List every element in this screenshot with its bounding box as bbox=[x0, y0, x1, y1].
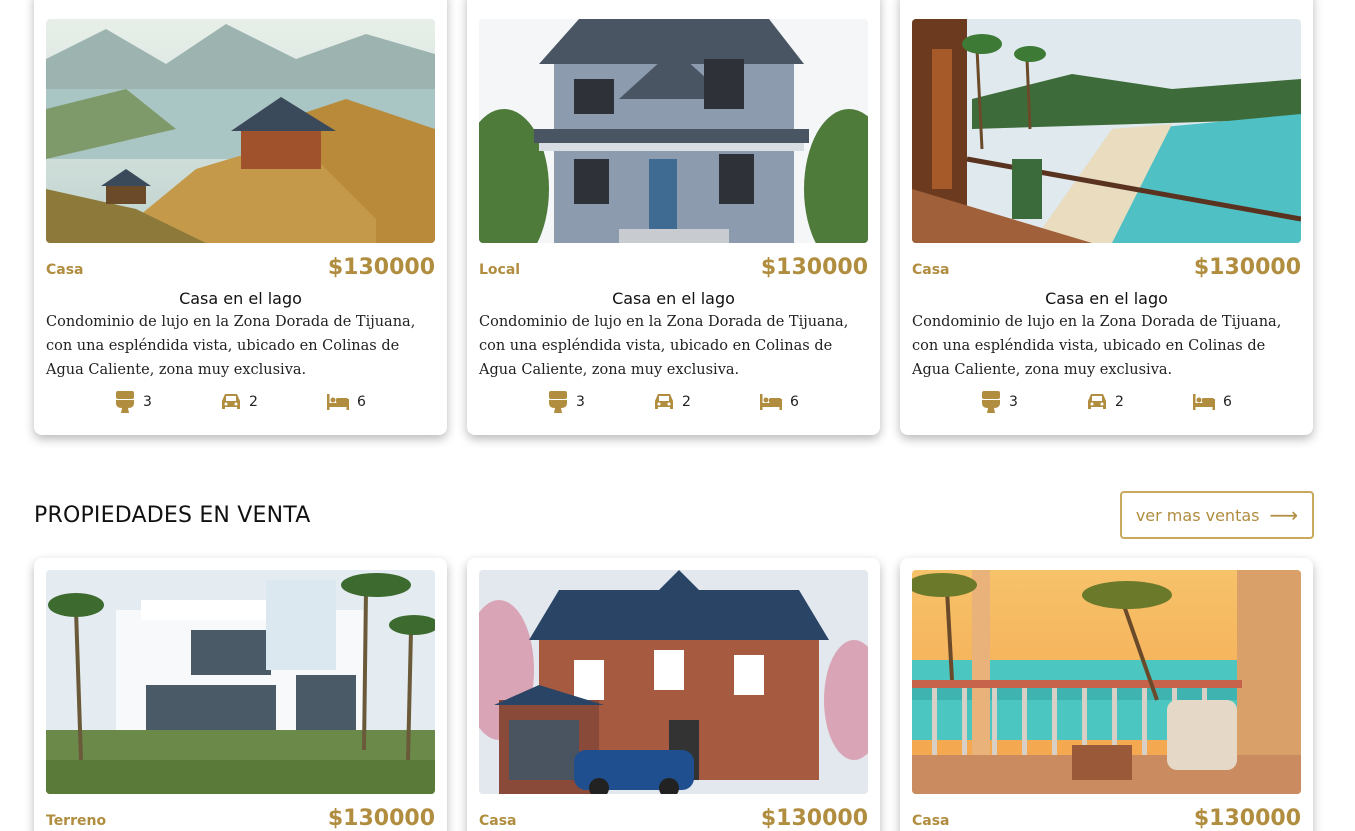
bedrooms-count: 6 bbox=[789, 394, 799, 410]
property-description: Condominio de lujo en la Zona Dorada de … bbox=[912, 314, 1282, 378]
bathrooms-feature: 3 bbox=[548, 391, 585, 413]
car-icon bbox=[1088, 394, 1107, 409]
property-card[interactable]: Local $130000 Casa en el lago Condominio… bbox=[467, 0, 880, 435]
bathrooms-feature: 3 bbox=[115, 391, 152, 413]
property-features: 3 2 6 bbox=[479, 389, 868, 415]
parking-feature: 2 bbox=[1087, 393, 1124, 411]
property-price: $130000 bbox=[1193, 255, 1301, 280]
property-type: Casa bbox=[912, 813, 950, 829]
property-description: Condominio de lujo en la Zona Dorada de … bbox=[479, 314, 849, 378]
parking-count: 2 bbox=[682, 394, 691, 410]
arrow-right-icon: ⟶ bbox=[1269, 503, 1299, 527]
bedrooms-count: 6 bbox=[1222, 394, 1232, 410]
bathrooms-count: 3 bbox=[1009, 394, 1018, 410]
property-type: Casa bbox=[46, 262, 84, 278]
page: Casa $130000 Casa en el lago Condominio … bbox=[0, 0, 1355, 831]
parking-count: 2 bbox=[249, 394, 258, 410]
property-card[interactable]: Casa $130000 bbox=[900, 558, 1313, 831]
property-card[interactable]: Casa $130000 Casa en el lago Condominio … bbox=[34, 0, 447, 435]
bed-icon bbox=[1192, 394, 1215, 410]
property-price: $130000 bbox=[327, 806, 435, 831]
property-card[interactable]: Casa $130000 bbox=[467, 558, 880, 831]
property-title[interactable]: Casa en el lago bbox=[912, 289, 1301, 308]
property-description: Condominio de lujo en la Zona Dorada de … bbox=[46, 314, 416, 378]
property-price: $130000 bbox=[1193, 806, 1301, 831]
bed-icon bbox=[326, 394, 349, 410]
toilet-icon bbox=[982, 391, 1001, 413]
property-title[interactable]: Casa en el lago bbox=[46, 289, 435, 308]
car-icon bbox=[655, 394, 674, 409]
property-price: $130000 bbox=[760, 255, 868, 280]
toilet-icon bbox=[549, 391, 568, 413]
see-more-sales-button[interactable]: ver mas ventas ⟶ bbox=[1120, 491, 1314, 539]
property-type: Terreno bbox=[46, 813, 107, 829]
property-features: 3 2 6 bbox=[46, 389, 435, 415]
property-price: $130000 bbox=[760, 806, 868, 831]
property-type: Casa bbox=[479, 813, 517, 829]
bathrooms-feature: 3 bbox=[981, 391, 1018, 413]
toilet-icon bbox=[116, 391, 135, 413]
bathrooms-count: 3 bbox=[143, 394, 152, 410]
property-title[interactable]: Casa en el lago bbox=[479, 289, 868, 308]
property-image[interactable] bbox=[46, 570, 435, 794]
car-icon bbox=[222, 394, 241, 409]
property-price: $130000 bbox=[327, 255, 435, 280]
bed-icon bbox=[759, 394, 782, 410]
property-image[interactable] bbox=[912, 570, 1301, 794]
parking-feature: 2 bbox=[654, 393, 691, 411]
property-image[interactable] bbox=[479, 19, 868, 243]
bedrooms-feature: 6 bbox=[1192, 394, 1232, 410]
parking-feature: 2 bbox=[221, 393, 258, 411]
section-title: PROPIEDADES EN VENTA bbox=[34, 503, 311, 528]
bathrooms-count: 3 bbox=[576, 394, 585, 410]
bedrooms-feature: 6 bbox=[326, 394, 366, 410]
bedrooms-feature: 6 bbox=[759, 394, 799, 410]
property-type: Casa bbox=[912, 262, 950, 278]
property-card[interactable]: Casa $130000 Casa en el lago Condominio … bbox=[900, 0, 1313, 435]
property-card[interactable]: Terreno $130000 bbox=[34, 558, 447, 831]
property-image[interactable] bbox=[479, 570, 868, 794]
property-type: Local bbox=[479, 262, 521, 278]
property-image[interactable] bbox=[46, 19, 435, 243]
property-features: 3 2 6 bbox=[912, 389, 1301, 415]
parking-count: 2 bbox=[1115, 394, 1124, 410]
see-more-sales-label: ver mas ventas bbox=[1135, 505, 1260, 525]
property-image[interactable] bbox=[912, 19, 1301, 243]
bedrooms-count: 6 bbox=[356, 394, 366, 410]
